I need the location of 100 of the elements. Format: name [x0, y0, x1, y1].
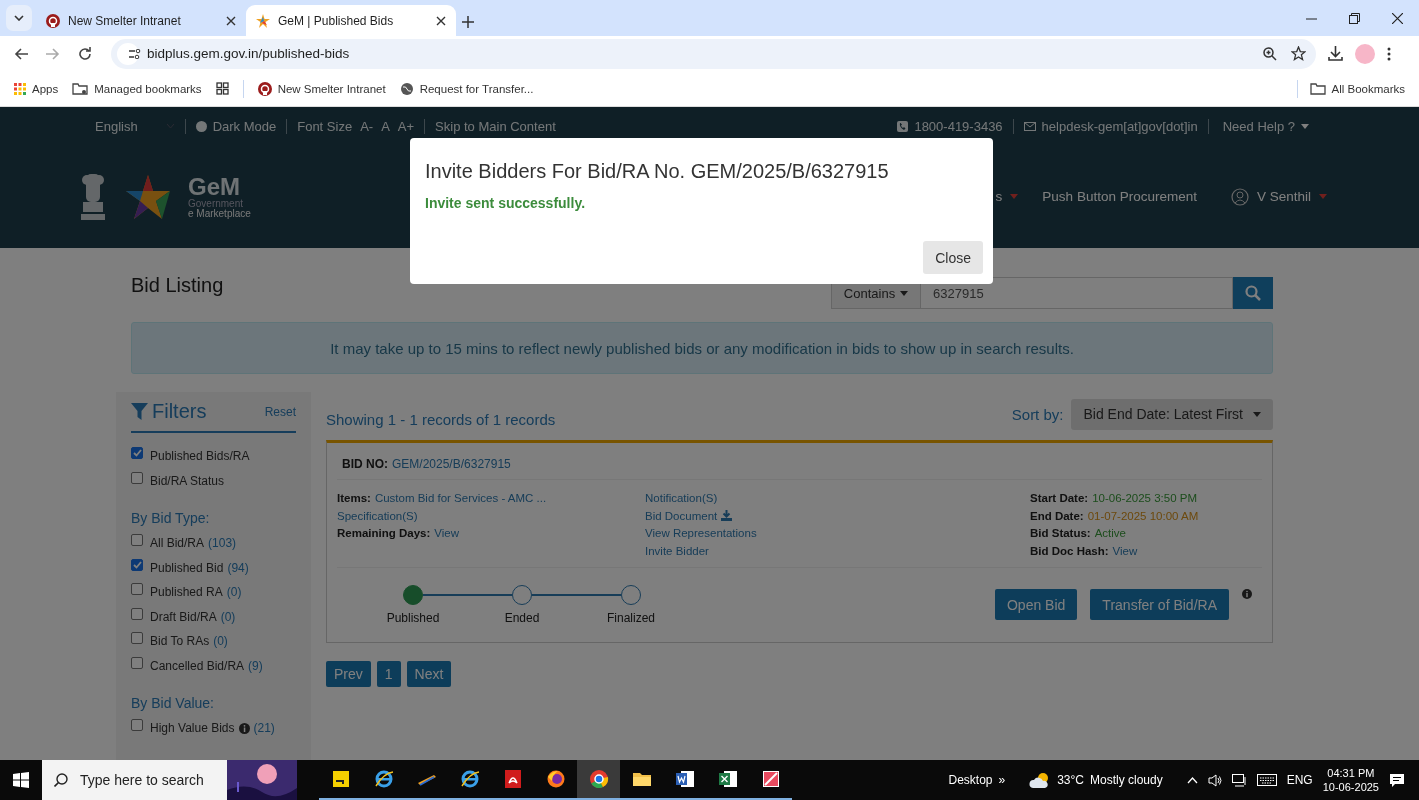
- field-label: End Date:: [1030, 509, 1084, 522]
- bookmark[interactable]: Managed bookmarks: [72, 82, 202, 95]
- field-link[interactable]: View: [1112, 544, 1138, 557]
- field-link[interactable]: View: [434, 527, 460, 539]
- filter-label: Draft Bid/RA: [150, 609, 217, 624]
- intranet-favicon-icon: [257, 81, 272, 96]
- check-icon: [132, 560, 142, 569]
- new-tab-icon[interactable]: [462, 16, 474, 28]
- bookmark[interactable]: New Smelter Intranet: [257, 81, 386, 96]
- zoom-icon[interactable]: [1263, 46, 1277, 61]
- restore-icon[interactable]: [1349, 12, 1360, 24]
- network-icon[interactable]: [1231, 773, 1247, 787]
- checkbox[interactable]: [131, 607, 143, 620]
- dark-mode-toggle[interactable]: Dark Mode: [195, 118, 277, 134]
- step-label: Ended: [504, 610, 540, 625]
- menu-icon[interactable]: [1387, 46, 1391, 61]
- checkbox[interactable]: [131, 656, 143, 669]
- filter-label: Published Bid: [150, 560, 224, 575]
- sort-dropdown[interactable]: Bid End Date: Latest First: [1071, 398, 1273, 430]
- reload-icon[interactable]: [78, 47, 91, 60]
- e-browser-icon: [459, 769, 480, 789]
- logo-subtitle: Government: [188, 198, 245, 209]
- notifications-icon[interactable]: [1389, 772, 1405, 788]
- bid-link[interactable]: Bid Document: [645, 509, 1030, 522]
- chevron-up-icon[interactable]: [1186, 776, 1198, 784]
- bid-number-link[interactable]: GEM/2025/B/6327915: [392, 457, 511, 471]
- bookmark[interactable]: Apps: [14, 82, 59, 95]
- pagination-button[interactable]: 1: [376, 660, 401, 687]
- search-icon: [54, 773, 68, 787]
- bid-link[interactable]: Invite Bidder: [645, 544, 1030, 557]
- desktop-toolbar-label[interactable]: Desktop: [948, 773, 993, 787]
- folder-gear-icon: [72, 82, 89, 95]
- address-bar[interactable]: bidplus.gem.gov.in/published-bids: [111, 38, 1316, 69]
- action-button[interactable]: Transfer of Bid/RA: [1090, 589, 1229, 620]
- download-icon[interactable]: [1328, 46, 1343, 61]
- search-button[interactable]: [1233, 277, 1273, 309]
- page-title: Bid Listing: [131, 273, 224, 297]
- skip-link[interactable]: Skip to Main Content: [435, 118, 556, 134]
- close-button[interactable]: Close: [923, 241, 983, 274]
- checkbox[interactable]: [131, 719, 143, 731]
- field-link[interactable]: Custom Bid for Services - AMC ...: [374, 492, 547, 504]
- tab-groups-icon[interactable]: [215, 82, 229, 95]
- taskbar-search-field[interactable]: Type here to search: [42, 760, 297, 800]
- intranet-favicon-icon: [46, 13, 60, 28]
- modal-title: Invite Bidders For Bid/RA No. GEM/2025/B/6327915: [425, 160, 890, 183]
- language-select[interactable]: English: [95, 118, 138, 134]
- keyboard-icon[interactable]: [1256, 774, 1277, 786]
- browser-tab[interactable]: GeM | Published Bids: [246, 5, 456, 36]
- weather-temperature: 33°C: [1057, 773, 1084, 787]
- filter-label: Bid To RAs: [150, 634, 210, 648]
- field-label: Items:: [337, 492, 371, 504]
- tab-search-button[interactable]: [6, 5, 32, 31]
- checkbox[interactable]: [131, 447, 143, 459]
- bid-link[interactable]: View Representations: [645, 527, 1030, 539]
- close-icon[interactable]: [436, 15, 446, 26]
- phone-icon: [897, 120, 909, 132]
- checkbox[interactable]: [131, 558, 143, 571]
- pagination-button[interactable]: Next: [406, 660, 452, 687]
- taskbar-app-button[interactable]: [577, 760, 620, 800]
- mail-icon: [1023, 121, 1036, 131]
- close-icon[interactable]: [1392, 12, 1403, 24]
- windows-start-icon[interactable]: [13, 772, 29, 788]
- step-label: Published: [386, 610, 440, 625]
- font-size-button[interactable]: A+: [397, 118, 415, 134]
- bid-number-label: BID NO:: [342, 457, 388, 471]
- speaker-icon[interactable]: [1207, 773, 1222, 787]
- checkbox[interactable]: [131, 471, 143, 484]
- input-language[interactable]: ENG: [1286, 773, 1313, 787]
- action-button[interactable]: Open Bid: [995, 589, 1078, 620]
- help-menu[interactable]: Need Help ?: [1222, 118, 1309, 134]
- checkbox[interactable]: [131, 583, 143, 595]
- field-label: Bid Doc Hash:: [1030, 544, 1109, 557]
- checkbox[interactable]: [131, 534, 143, 546]
- star-icon[interactable]: [1291, 46, 1306, 61]
- field-link[interactable]: Specification(S): [337, 509, 645, 522]
- pagination-button[interactable]: Prev: [326, 660, 371, 687]
- taskbar-clock[interactable]: 04:31 PM 10-06-2025: [1322, 765, 1379, 795]
- document-icon: [674, 769, 695, 789]
- logo-subtitle: e Marketplace: [188, 208, 251, 219]
- nav-link[interactable]: Push Button Procurement: [1042, 189, 1197, 204]
- all-bookmarks-button[interactable]: All Bookmarks: [1309, 82, 1405, 95]
- toolbar-chevron[interactable]: »: [998, 773, 1006, 787]
- font-size-button[interactable]: A-: [360, 118, 374, 134]
- step-label: Finalized: [607, 610, 655, 625]
- browser-tab[interactable]: New Smelter Intranet: [36, 5, 246, 36]
- weather-condition: Mostly cloudy: [1090, 773, 1163, 787]
- site-info-button[interactable]: [117, 42, 139, 65]
- search-icon: [1245, 285, 1261, 301]
- checkbox[interactable]: [131, 632, 143, 644]
- close-icon[interactable]: [226, 15, 236, 26]
- back-arrow-icon[interactable]: [14, 47, 28, 60]
- filter-label: All Bid/RA: [150, 536, 205, 550]
- bookmark[interactable]: Request for Transfer...: [399, 81, 534, 96]
- font-size-button[interactable]: A: [381, 118, 390, 134]
- reset-link[interactable]: Reset: [264, 404, 296, 419]
- user-menu[interactable]: V Senthil: [1230, 187, 1327, 206]
- bid-link[interactable]: Notification(S): [645, 492, 1030, 504]
- nav-link[interactable]: s: [995, 189, 1019, 204]
- field-label: Remaining Days:: [337, 527, 431, 539]
- filter-count: (21): [253, 721, 275, 735]
